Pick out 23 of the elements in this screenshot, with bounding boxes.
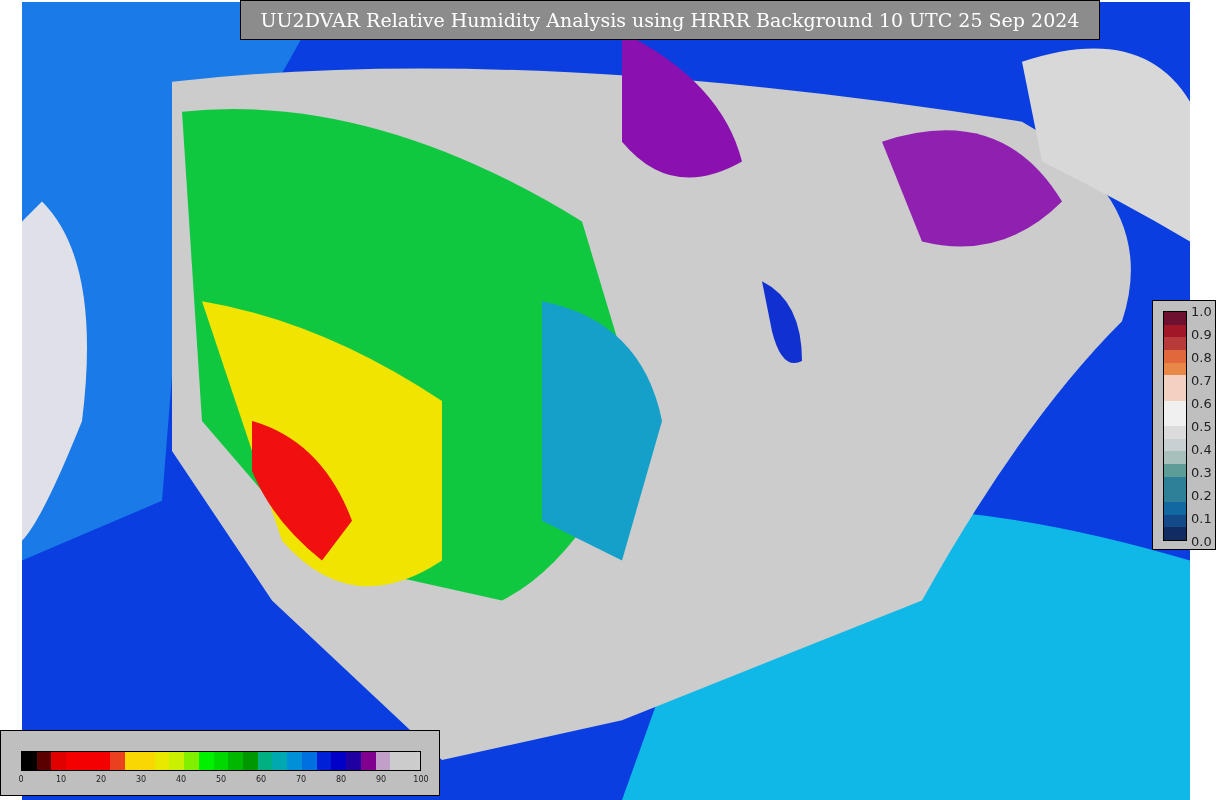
tick-label: 100 [413, 776, 429, 784]
tick-label: 0.2 [1191, 488, 1212, 502]
tick-label: 50 [215, 776, 227, 784]
tick-label: 0.9 [1191, 327, 1212, 341]
tick-label: 0.6 [1191, 396, 1212, 410]
map-title: UU2DVAR Relative Humidity Analysis using HRRR Background 10 UTC 25 Sep 2024 [240, 0, 1100, 40]
tick-label: 80 [335, 776, 347, 784]
tick-label: 0.0 [1191, 534, 1212, 548]
tick-label: 30 [135, 776, 147, 784]
tick-label: 10 [55, 776, 67, 784]
tick-label: 1.0 [1191, 304, 1212, 318]
tick-label: 70 [295, 776, 307, 784]
tick-label: 0.8 [1191, 350, 1212, 364]
tick-label: 0.5 [1191, 419, 1212, 433]
tick-label: 60 [255, 776, 267, 784]
tick-label: 0.7 [1191, 373, 1212, 387]
tick-label: 20 [95, 776, 107, 784]
tick-label: 0.1 [1191, 511, 1212, 525]
tick-label: 90 [375, 776, 387, 784]
tick-label: 0.4 [1191, 442, 1212, 456]
tick-label: 40 [175, 776, 187, 784]
tick-label: 0.3 [1191, 465, 1212, 479]
tick-label: 0 [18, 776, 24, 784]
